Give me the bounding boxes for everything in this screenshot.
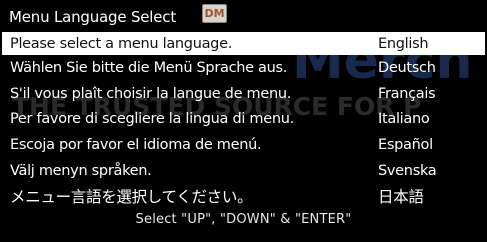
language-name: Svenska (378, 162, 437, 179)
language-name: Italiano (378, 111, 430, 128)
language-name: English (378, 35, 429, 52)
language-name: Español (378, 136, 433, 153)
language-option-francais[interactable]: S'il vous plaît choisir la langue de men… (0, 81, 487, 107)
language-prompt: Escoja por favor el idioma de menú. (10, 136, 262, 153)
language-prompt: Wählen Sie bitte die Menü Sprache aus. (10, 59, 288, 76)
language-option-deutsch[interactable]: Wählen Sie bitte die Menü Sprache aus. D… (0, 55, 487, 81)
language-name: Deutsch (378, 59, 436, 76)
language-option-japanese[interactable]: メニュー言語を選択してください。 日本語 (0, 183, 487, 209)
language-option-espanol[interactable]: Escoja por favor el idioma de menú. Espa… (0, 132, 487, 158)
dm-logo: DM (202, 4, 227, 23)
menu-header: Menu Language Select (9, 6, 176, 28)
language-prompt: S'il vous plaît choisir la langue de men… (10, 85, 292, 102)
navigation-hint: Select "UP", "DOWN" & "ENTER" (135, 212, 352, 227)
language-name: Français (378, 85, 436, 102)
language-option-english[interactable]: Please select a menu language. English (2, 32, 485, 55)
language-prompt: Välj menyn språken. (10, 162, 152, 179)
language-list: Please select a menu language. English W… (0, 32, 487, 209)
language-option-svenska[interactable]: Välj menyn språken. Svenska (0, 158, 487, 184)
language-prompt: Please select a menu language. (10, 35, 233, 52)
language-prompt: メニュー言語を選択してください。 (10, 188, 253, 207)
language-name: 日本語 (378, 188, 424, 207)
language-prompt: Per favore di scegliere la lingua di men… (10, 111, 294, 128)
language-option-italiano[interactable]: Per favore di scegliere la lingua di men… (0, 106, 487, 132)
menu-title: Menu Language Select (9, 8, 177, 26)
